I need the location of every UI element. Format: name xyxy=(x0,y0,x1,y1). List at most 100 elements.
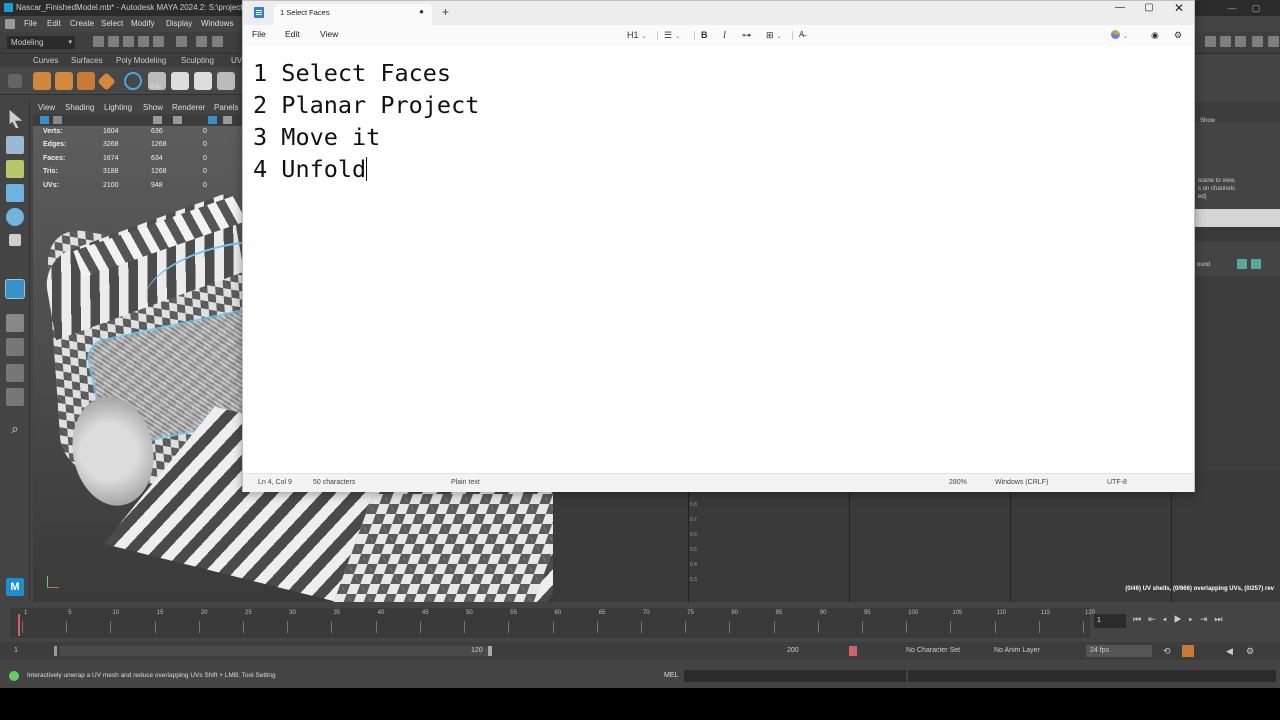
range-handle-right[interactable] xyxy=(488,646,492,656)
fps-select[interactable]: 24 fps xyxy=(1086,645,1152,657)
vp-menu-renderer[interactable]: Renderer xyxy=(172,101,205,114)
anim-start-field[interactable]: 1 xyxy=(14,642,18,660)
uv-circle-icon[interactable] xyxy=(124,72,142,90)
vp-menu-panels[interactable]: Panels xyxy=(214,101,238,114)
outliner-layout-icon[interactable] xyxy=(6,388,24,406)
vp-menu-shading[interactable]: Shading xyxy=(65,101,94,114)
close-button[interactable]: ✕ xyxy=(1164,1,1194,25)
loop-icon[interactable]: ⟲ xyxy=(1163,642,1171,660)
lasso-tool-icon[interactable] xyxy=(6,136,24,154)
shelf-tab-curves[interactable]: Curves xyxy=(33,55,58,67)
search-icon[interactable]: ⌕ xyxy=(6,420,24,438)
select-tool-icon[interactable] xyxy=(9,110,23,128)
settings-icon[interactable]: ⚙ xyxy=(1174,28,1182,42)
shelf-menu-icon[interactable] xyxy=(8,74,22,88)
mode-selector[interactable]: Modeling ▾ xyxy=(7,36,75,49)
rotate-tool-icon[interactable] xyxy=(6,208,24,226)
text-editor[interactable]: 1 Select Faces 2 Planar Project 3 Move i… xyxy=(243,45,1194,473)
time-slider-track[interactable] xyxy=(10,608,1090,638)
minimize-button[interactable]: — xyxy=(1105,1,1135,25)
shelf-tab-uv[interactable]: UV xyxy=(231,55,242,67)
new-scene-icon[interactable] xyxy=(93,36,104,47)
bold-icon[interactable]: B xyxy=(701,28,708,42)
save-scene-icon[interactable] xyxy=(123,36,134,47)
playback-controls[interactable]: ⏮⇤◂▶▸⇥⏭ xyxy=(1133,614,1229,625)
last-tool-icon[interactable] xyxy=(5,279,25,299)
mel-command-input[interactable] xyxy=(684,670,906,682)
redo-icon[interactable] xyxy=(153,36,164,47)
notepad-tab[interactable]: 1 Select Faces ● xyxy=(274,4,432,25)
camera-icon[interactable] xyxy=(40,116,49,124)
link-icon[interactable]: ⊶ xyxy=(742,28,751,42)
maya-menu-display[interactable]: Display xyxy=(166,16,192,32)
shelf-tab-poly-modeling[interactable]: Poly Modeling xyxy=(116,55,166,67)
undo-icon[interactable] xyxy=(138,36,149,47)
maya-minimize-button[interactable]: — xyxy=(1220,0,1244,16)
select-hierarchy-icon[interactable] xyxy=(176,36,187,47)
maya-menu-windows[interactable]: Windows xyxy=(201,16,233,32)
text-format[interactable]: Plain text xyxy=(451,479,480,486)
encoding[interactable]: UTF-8 xyxy=(1107,479,1127,486)
italic-icon[interactable]: I xyxy=(723,28,726,42)
line-ending[interactable]: Windows (CRLF) xyxy=(995,479,1048,486)
shelf-tool-icon[interactable] xyxy=(217,72,235,90)
render-icon[interactable] xyxy=(1205,36,1216,47)
list-dropdown[interactable]: ☰ ⌄ xyxy=(664,28,680,42)
grid-toggle-icon[interactable] xyxy=(53,116,62,124)
lights-icon[interactable] xyxy=(223,116,232,124)
hypershade-icon[interactable] xyxy=(1252,36,1263,47)
maya-home-icon[interactable]: M xyxy=(6,578,24,596)
zoom-level[interactable]: 280% xyxy=(949,479,967,486)
vp-menu-show[interactable]: Show xyxy=(143,101,163,114)
uv-sphere-icon[interactable] xyxy=(55,72,73,90)
maximize-button[interactable]: ▢ xyxy=(1134,1,1164,25)
textured-icon[interactable] xyxy=(208,116,217,124)
mel-label[interactable]: MEL xyxy=(664,666,678,686)
show-label[interactable]: Show xyxy=(1200,118,1215,124)
menu-view[interactable]: View xyxy=(320,29,338,39)
maya-menu-select[interactable]: Select xyxy=(101,16,123,32)
single-view-icon[interactable] xyxy=(6,314,24,332)
side-by-side-icon[interactable] xyxy=(6,364,24,382)
menu-file[interactable]: File xyxy=(252,29,266,39)
table-dropdown[interactable]: ⊞ ⌄ xyxy=(766,28,782,42)
four-view-icon[interactable] xyxy=(6,338,24,356)
heading-dropdown[interactable]: H1 ⌄ xyxy=(627,28,647,42)
vp-menu-view[interactable]: View xyxy=(38,101,55,114)
maya-menu-file[interactable]: File xyxy=(24,16,37,32)
current-time-marker[interactable] xyxy=(18,614,20,636)
move-tool-icon[interactable] xyxy=(6,184,24,202)
scale-tool-icon[interactable] xyxy=(9,234,21,246)
playback-options-icon[interactable] xyxy=(1182,645,1194,657)
wireframe-icon[interactable] xyxy=(153,116,162,124)
shelf-tab-surfaces[interactable]: Surfaces xyxy=(71,55,103,67)
copilot-dropdown[interactable]: ⌄ xyxy=(1111,28,1128,42)
anim-end-field[interactable]: 200 xyxy=(787,642,799,660)
maya-menu-create[interactable]: Create xyxy=(70,16,94,32)
new-tab-button[interactable]: + xyxy=(442,5,449,19)
home-icon[interactable] xyxy=(5,19,15,29)
range-handle-left[interactable] xyxy=(54,646,57,656)
open-scene-icon[interactable] xyxy=(108,36,119,47)
character-set-field[interactable]: No Character Set xyxy=(906,642,960,660)
layer-new-icon[interactable] xyxy=(1251,259,1261,269)
range-slider-bar[interactable] xyxy=(60,646,490,656)
maya-maximize-button[interactable]: ▢ xyxy=(1244,0,1268,16)
paint-select-icon[interactable] xyxy=(6,160,24,178)
select-component-icon[interactable] xyxy=(212,36,223,47)
sound-icon[interactable]: ◀ xyxy=(1226,642,1233,660)
clear-formatting-icon[interactable]: A̶ xyxy=(799,28,804,42)
panel-layout-icon[interactable] xyxy=(1268,36,1279,47)
anim-layer-field[interactable]: No Anim Layer xyxy=(994,642,1040,660)
account-icon[interactable]: ◉ xyxy=(1151,28,1159,42)
ipr-render-icon[interactable] xyxy=(1220,36,1231,47)
select-object-icon[interactable] xyxy=(196,36,207,47)
shelf-tab-sculpting[interactable]: Sculpting xyxy=(181,55,214,67)
maya-menu-modify[interactable]: Modify xyxy=(131,16,155,32)
render-settings-icon[interactable] xyxy=(1235,36,1246,47)
smooth-shade-icon[interactable] xyxy=(173,116,182,124)
tab-close-icon[interactable]: ● xyxy=(419,7,424,16)
vp-menu-lighting[interactable]: Lighting xyxy=(104,101,132,114)
auto-key-icon[interactable] xyxy=(849,646,857,656)
uv-cube-icon[interactable] xyxy=(33,72,51,90)
